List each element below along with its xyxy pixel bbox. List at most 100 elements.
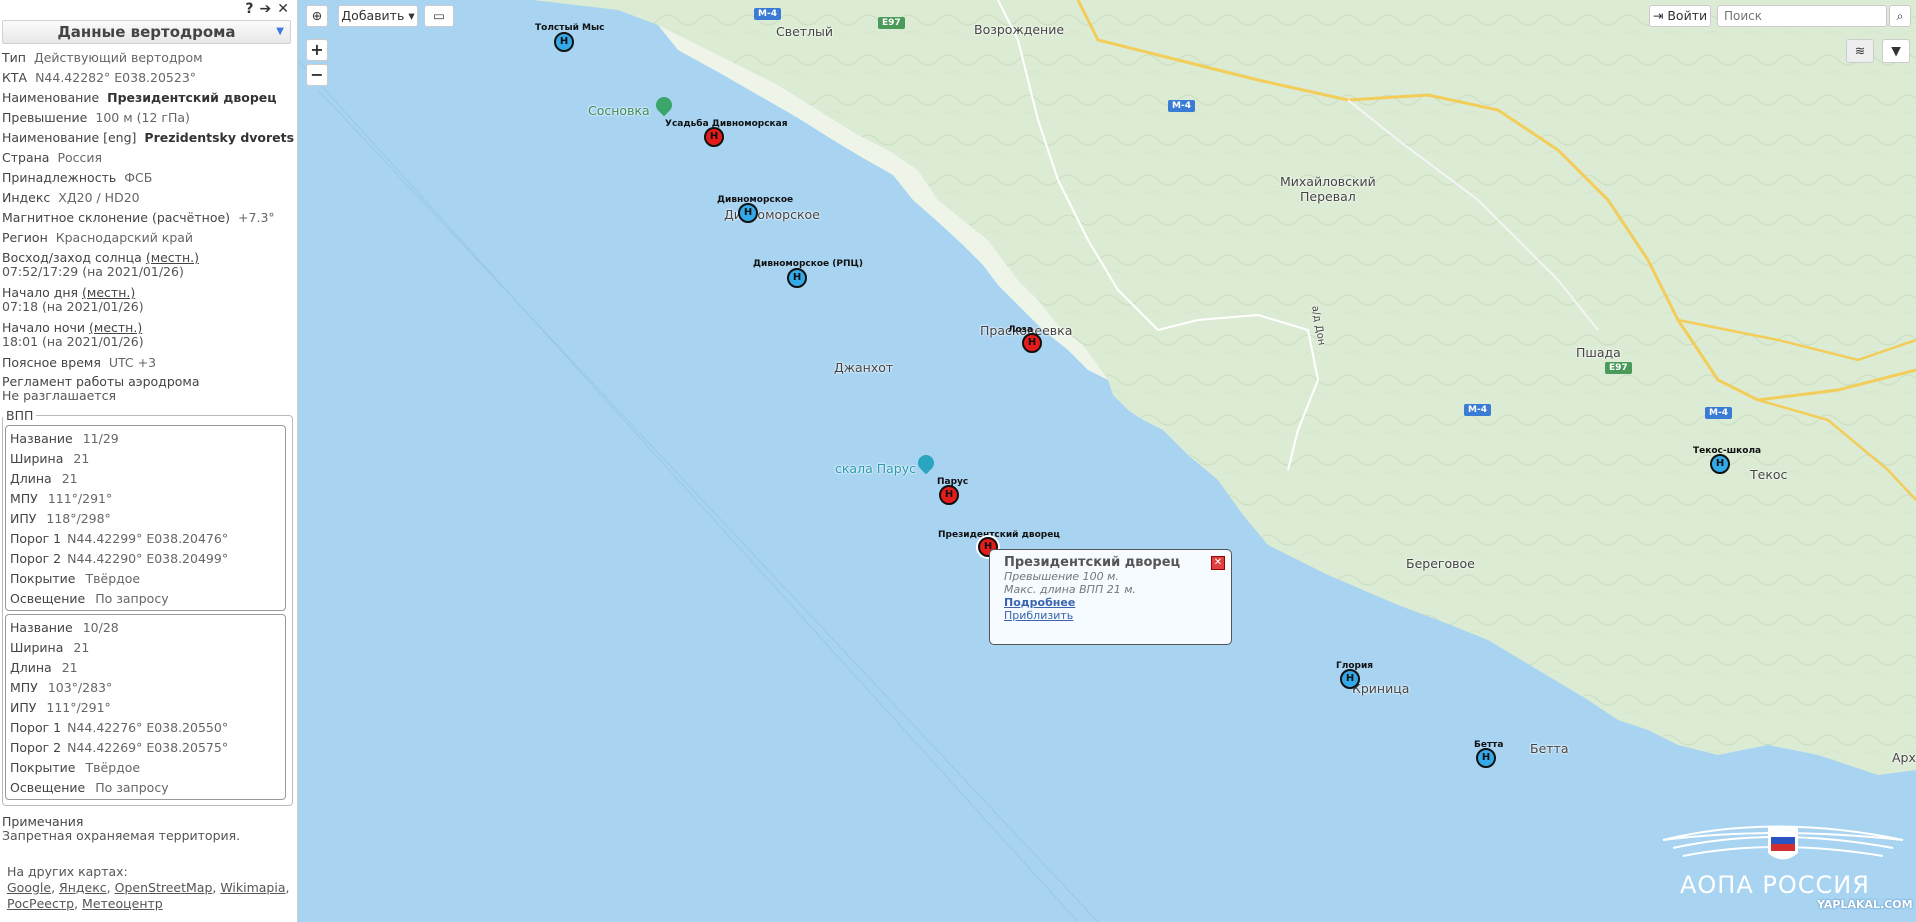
runway-surface: Покрытие Твёрдое — [10, 571, 140, 586]
field-label: Наименование [eng] — [2, 130, 137, 145]
field-value: 111°/291° — [46, 700, 111, 715]
link-meteocenter[interactable]: Метеоцентр — [82, 896, 163, 911]
field-label: Порог 1 — [10, 720, 62, 735]
crosshair-icon: ⊕ — [311, 8, 323, 23]
field-label: Порог 1 — [10, 531, 62, 546]
road-shield: М-4 — [1464, 404, 1491, 416]
search-button[interactable]: ⌕ — [1889, 5, 1911, 27]
close-icon[interactable]: ✕ — [277, 1, 291, 17]
local-time-link[interactable]: (местн.) — [82, 285, 135, 300]
runway-threshold-1: Порог 1 N44.42299° E038.20476° — [10, 531, 228, 546]
field-value: 21 — [73, 451, 90, 466]
add-button[interactable]: Добавить ▾ — [338, 5, 418, 27]
field-magvar: Магнитное склонение (расчётное) +7.3° — [2, 210, 275, 225]
forward-arrow-icon[interactable]: ➔ — [260, 1, 274, 17]
close-icon[interactable]: ✕ — [1211, 556, 1225, 570]
field-value: Твёрдое — [85, 571, 141, 586]
sidebar-title-dropdown[interactable]: Данные вертодрома ▼ — [2, 20, 291, 44]
field-label: Начало ночи — [2, 320, 86, 335]
field-label: Освещение — [10, 780, 86, 795]
place-label: Сосновка — [588, 103, 650, 118]
filter-icon: ▼ — [1891, 43, 1901, 58]
heliport-marker[interactable]: H — [1710, 454, 1730, 474]
field-value: По запросу — [95, 780, 169, 795]
place-label: Джанхот — [834, 360, 894, 375]
place-label-line: Михайловский — [1280, 174, 1376, 189]
local-time-link[interactable]: (местн.) — [89, 320, 142, 335]
field-label: Длина — [10, 471, 52, 486]
field-label: Примечания — [2, 814, 84, 829]
field-label: Магнитное склонение (расчётное) — [2, 210, 231, 225]
heliport-marker[interactable]: H — [939, 485, 959, 505]
field-label: Индекс — [2, 190, 51, 205]
heliport-marker[interactable]: H — [738, 203, 758, 223]
field-label: Покрытие — [10, 571, 76, 586]
heliport-label: Текос-школа — [1693, 446, 1762, 456]
runway-length: Длина 21 — [10, 471, 78, 486]
field-value: Действующий вертодром — [33, 50, 203, 65]
field-label: Покрытие — [10, 760, 76, 775]
field-label: Освещение — [10, 591, 86, 606]
local-time-link[interactable]: (местн.) — [146, 250, 199, 265]
field-label: Регион — [2, 230, 48, 245]
field-day-start: Начало дня (местн.) 07:18 (на 2021/01/26… — [2, 286, 144, 314]
runway-ipu: ИПУ 118°/298° — [10, 511, 111, 526]
zoom-out-button[interactable]: − — [306, 64, 328, 86]
link-rosreestr[interactable]: РосРеестр — [7, 896, 74, 911]
popup-title: Президентский дворец — [1004, 555, 1181, 570]
field-label: Страна — [2, 150, 50, 165]
place-label: Текос — [1750, 467, 1788, 482]
sidebar-panel: ? ➔ ✕ Данные вертодрома ▼ Тип Действующий в… — [0, 0, 298, 922]
field-notes: Примечания Запретная охраняемая территор… — [2, 815, 240, 843]
login-button[interactable]: ⇥ Войти — [1649, 5, 1711, 27]
runway-mpu: МПУ 111°/291° — [10, 491, 112, 506]
heliport-marker[interactable]: H — [1476, 748, 1496, 768]
link-yandex[interactable]: Яндекс — [59, 880, 107, 895]
runway-card: Название 10/28 Ширина 21 Длина 21 МПУ 103°/2… — [5, 614, 286, 800]
field-value: ХД20 / HD20 — [58, 190, 140, 205]
field-value: 07:18 (на 2021/01/26) — [2, 299, 144, 314]
filter-button[interactable]: ▼ — [1882, 39, 1910, 63]
field-kta: КТА N44.42282° E038.20523° — [2, 70, 196, 85]
runway-name: Название 10/28 — [10, 620, 119, 635]
search-input[interactable] — [1717, 5, 1887, 27]
login-label: Войти — [1667, 8, 1708, 23]
runway-mpu: МПУ 103°/283° — [10, 680, 112, 695]
popup-zoom-link[interactable]: Приблизить — [1004, 609, 1073, 622]
layers-button[interactable]: ≋ — [1846, 39, 1874, 63]
field-owner: Принадлежность ФСБ — [2, 170, 152, 185]
locate-button[interactable]: ⊕ — [306, 5, 328, 27]
field-value: 103°/283° — [47, 680, 113, 695]
heliport-marker[interactable]: H — [787, 268, 807, 288]
road-shield: М-4 — [1705, 407, 1732, 419]
zoom-in-button[interactable]: + — [306, 39, 328, 61]
heliport-label: Дивноморское — [717, 195, 794, 205]
field-label: Наименование — [2, 90, 100, 105]
map-canvas[interactable]: ⊕ Добавить ▾ ▭ + − ⇥ Войти ⌕ ≋ ▼ Светлый… — [298, 0, 1916, 922]
heliport-marker[interactable]: H — [554, 32, 574, 52]
heliport-marker[interactable]: H — [1022, 333, 1042, 353]
field-sunrise: Восход/заход солнца (местн.) 07:52/17:29… — [2, 251, 199, 279]
runway-lighting: Освещение По запросу — [10, 780, 169, 795]
ruler-button[interactable]: ▭ — [424, 5, 454, 27]
field-value: N44.42269° E038.20575° — [67, 740, 229, 755]
popup-more-link[interactable]: Подробнее — [1004, 596, 1075, 609]
road-shield: E97 — [1605, 362, 1632, 374]
heliport-marker[interactable]: H — [1340, 669, 1360, 689]
heliport-label: Президентский дворец — [938, 530, 1060, 540]
field-value: Краснодарский край — [55, 230, 194, 245]
field-value: UTC +3 — [108, 355, 157, 370]
link-google[interactable]: Google — [7, 880, 51, 895]
link-openstreetmap[interactable]: OpenStreetMap — [115, 880, 213, 895]
road-shield: М-4 — [1168, 100, 1195, 112]
sidebar-title: Данные вертодрома — [57, 23, 236, 41]
runway-length: Длина 21 — [10, 660, 78, 675]
link-wikimapia[interactable]: Wikimapia — [220, 880, 285, 895]
runway-threshold-2: Порог 2 N44.42290° E038.20499° — [10, 551, 228, 566]
field-label: МПУ — [10, 491, 38, 506]
place-label: Береговое — [1406, 556, 1475, 571]
help-icon[interactable]: ? — [245, 1, 255, 17]
runway-card: Название 11/29 Ширина 21 Длина 21 МПУ 111°/2… — [5, 425, 286, 611]
field-value: 21 — [73, 640, 90, 655]
heliport-marker[interactable]: H — [704, 127, 724, 147]
